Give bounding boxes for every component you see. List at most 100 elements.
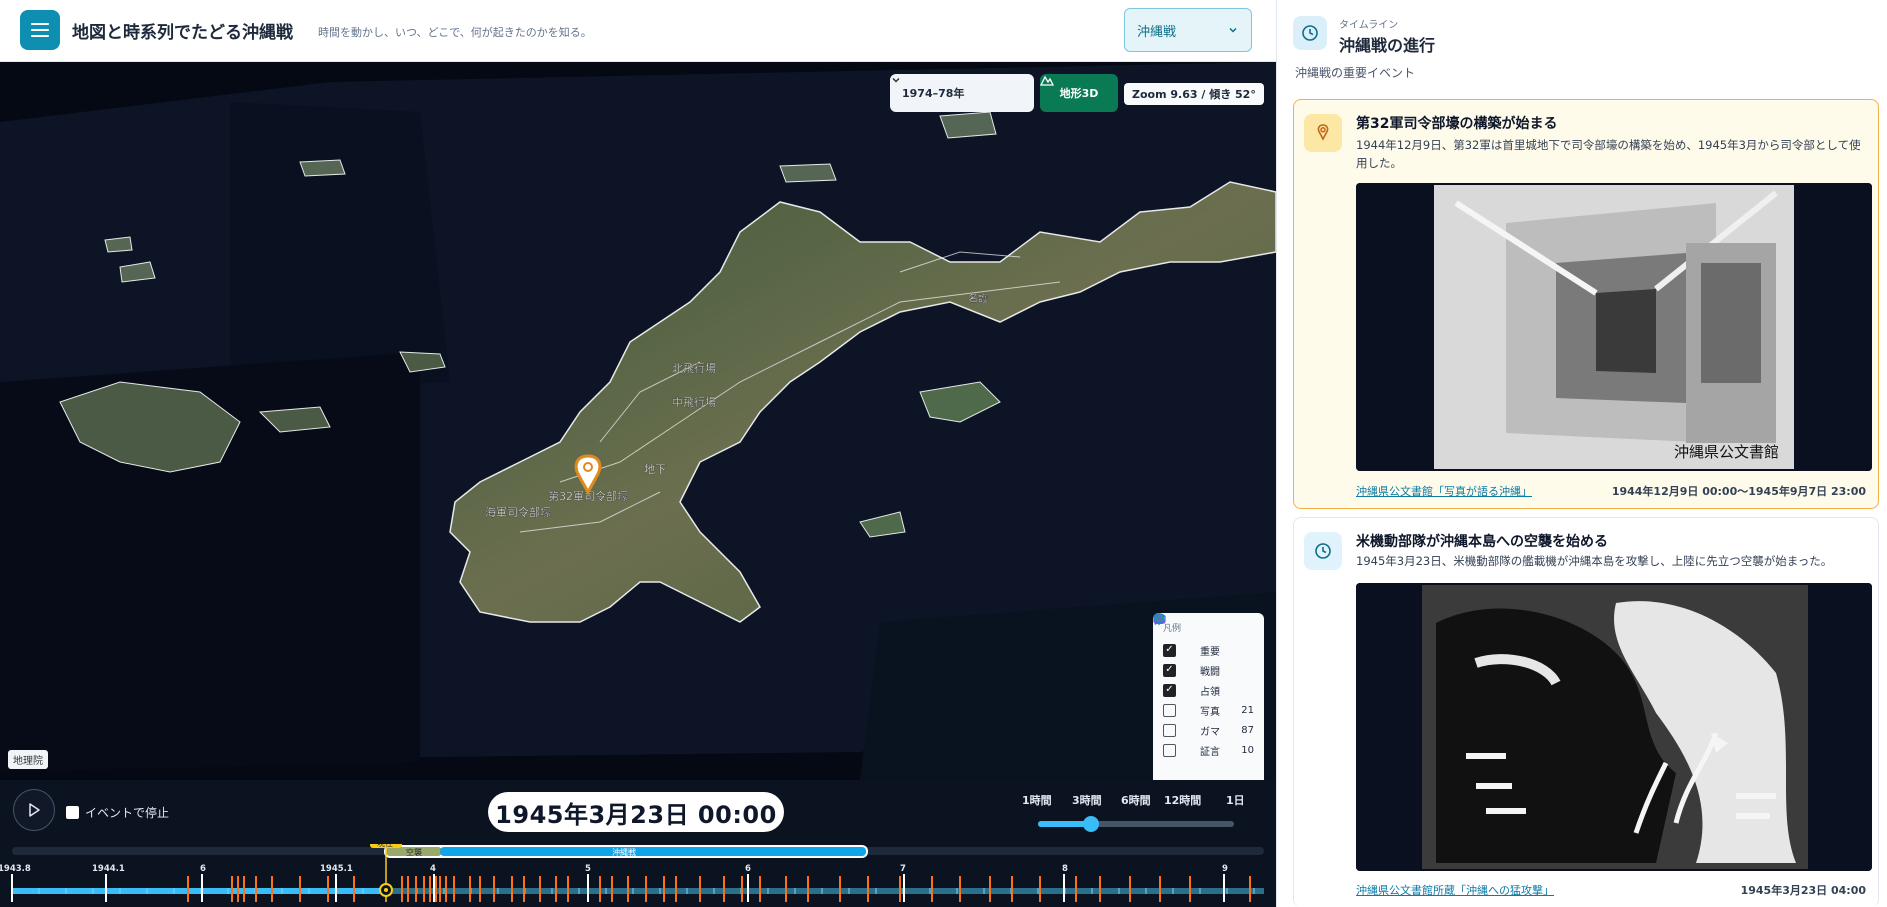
speed-label-12h[interactable]: 12時間	[1164, 792, 1201, 808]
now-handle-dot	[384, 888, 388, 892]
event-photo[interactable]	[1356, 583, 1872, 871]
legend-label: ガマ	[1200, 726, 1220, 738]
legend-label: 写真	[1200, 706, 1220, 718]
app-title: 地図と時系列でたどる沖縄戦	[72, 23, 293, 43]
camera-icon	[1153, 613, 1195, 717]
current-datetime: 1945年3月23日 00:00	[488, 792, 784, 832]
terrain-3d-label: 地形3D	[1059, 87, 1099, 100]
event-source-link[interactable]: 沖縄県公文書館「写真が語る沖縄」	[1356, 483, 1532, 499]
topic-select[interactable]: 沖縄戦	[1124, 8, 1252, 52]
legend-checkbox[interactable]	[1163, 743, 1176, 757]
pin-icon	[1304, 114, 1342, 152]
pin-icon	[1154, 613, 1195, 657]
cave-pin-icon	[1154, 613, 1195, 737]
menu-icon-bar	[31, 23, 49, 25]
speed-slider[interactable]	[1038, 816, 1234, 832]
clock-icon	[1304, 532, 1342, 570]
tick-label: 1944.1	[92, 864, 125, 874]
map-attribution[interactable]: 地理院	[8, 750, 48, 769]
map-view[interactable]: 北飛行場 中飛行場 地下 第32軍司令部壕 海軍司令部壕 名護 1974–78年…	[0, 62, 1276, 780]
tick-label: 6	[200, 864, 206, 874]
event-card-title: 第32軍司令部壕の構築が始まる	[1356, 116, 1558, 132]
legend-checkbox[interactable]: ✓	[1163, 643, 1176, 657]
map-canvas[interactable]: 北飛行場 中飛行場 地下 第32軍司令部壕 海軍司令部壕 名護	[0, 62, 1276, 780]
menu-icon-bar	[31, 29, 49, 31]
speed-label-6h[interactable]: 6時間	[1121, 792, 1151, 808]
year-select[interactable]: 1974–78年	[890, 74, 1034, 112]
tick-label: 4	[430, 864, 436, 874]
legend-checkbox[interactable]: ✓	[1163, 683, 1176, 697]
event-date: 1945年3月23日 04:00	[1740, 884, 1866, 897]
photo-attack-map	[1356, 583, 1872, 871]
timeline-sidebar: タイムライン 沖縄戦の進行 沖縄戦の重要イベント 第32軍司令部壕の構築が始まる…	[1276, 0, 1887, 907]
sidebar-kicker: タイムライン	[1339, 20, 1399, 31]
map-label-nago: 名護	[968, 292, 988, 305]
legend-item-battle[interactable]: ✓ 戦闘	[1154, 614, 1254, 680]
period-okinawa-battle	[440, 847, 866, 856]
event-date: 1944年12月9日 00:00〜1945年9月7日 23:00	[1611, 485, 1866, 498]
tick-label: 8	[1062, 864, 1068, 874]
speech-icon	[1153, 613, 1195, 757]
speed-label-1h[interactable]: 1時間	[1022, 792, 1052, 808]
event-card[interactable]: 米機動部隊が沖縄本島への空襲を始める 1945年3月23日、米機動部隊の艦載機が…	[1293, 517, 1879, 907]
legend-item-important[interactable]: ✓ 重要	[1154, 613, 1254, 660]
legend-count: 87	[1241, 724, 1254, 736]
legend-checkbox[interactable]: ✓	[1163, 663, 1176, 677]
event-source-link[interactable]: 沖縄県公文書館所蔵「沖縄への猛攻撃」	[1356, 882, 1554, 898]
map-label-underground: 地下	[644, 463, 666, 476]
year-select-value: 1974–78年	[902, 87, 965, 100]
speed-label-3h[interactable]: 3時間	[1072, 792, 1102, 808]
legend-checkbox[interactable]	[1163, 703, 1176, 717]
event-card-description: 1944年12月9日、第32軍は首里城地下で司令部壕の構築を始め、1945年3月…	[1356, 138, 1861, 170]
map-label-navy-hq: 海軍司令部壕	[485, 505, 551, 519]
map-label-central-airfield: 中飛行場	[672, 396, 716, 409]
legend-label: 戦闘	[1200, 666, 1220, 678]
event-card-active[interactable]: 第32軍司令部壕の構築が始まる 1944年12月9日、第32軍は首里城地下で司令…	[1293, 99, 1879, 509]
speed-label-1d[interactable]: 1日	[1226, 792, 1245, 808]
period-label-air-raid: 空襲	[406, 847, 422, 857]
terrain-3d-button[interactable]: 地形3D	[1040, 74, 1118, 112]
play-button[interactable]	[13, 789, 55, 831]
app-header: 地図と時系列でたどる沖縄戦 時間を動かし、いつ、どこで、何が起きたのかを知る。 …	[0, 0, 1276, 62]
legend-checkbox[interactable]	[1163, 723, 1176, 737]
map-label-north-airfield: 北飛行場	[672, 362, 716, 375]
mountain-icon	[1040, 75, 1054, 86]
tick-label: 6	[745, 864, 751, 874]
speed-slider-thumb[interactable]	[1082, 816, 1099, 832]
event-card-title: 米機動部隊が沖縄本島への空襲を始める	[1356, 534, 1608, 550]
sidebar-title: 沖縄戦の進行	[1339, 36, 1436, 55]
topic-select-value: 沖縄戦	[1137, 24, 1177, 40]
event-card-description: 1945年3月23日、米機動部隊の艦載機が沖縄本島を攻撃し、上陸に先立つ空襲が始…	[1356, 554, 1833, 568]
clock-icon	[1293, 16, 1327, 50]
legend-item-occupation[interactable]: ✓ 占領	[1154, 614, 1254, 700]
stop-on-event-checkbox[interactable]	[66, 806, 79, 819]
period-label-okinawa-battle: 沖縄戦	[612, 847, 636, 857]
legend-item-photo[interactable]: 写真 21	[1153, 613, 1254, 720]
legend-label: 証言	[1200, 746, 1220, 758]
photo-shelter-corridor: 沖縄県公文書館	[1356, 183, 1872, 471]
menu-button[interactable]	[20, 10, 60, 50]
stop-on-event-toggle[interactable]: イベントで停止	[66, 804, 169, 821]
legend-item-testimony[interactable]: 証言 10	[1153, 613, 1254, 760]
chevron-down-icon	[892, 77, 900, 83]
tick-label: 1943.8	[0, 864, 31, 874]
app-subtitle: 時間を動かし、いつ、どこで、何が起きたのかを知る。	[318, 26, 592, 39]
legend-item-gama[interactable]: ガマ 87	[1154, 613, 1254, 740]
map-legend: 凡例 ✓ 重要 ✓ 戦闘 ✓ 占領 写真 21 ガマ 87 証言 10	[1153, 613, 1264, 780]
tick-label: 9	[1222, 864, 1228, 874]
legend-count: 21	[1241, 704, 1254, 716]
legend-title: 凡例	[1163, 624, 1182, 634]
tick-label: 7	[900, 864, 906, 874]
sidebar-subtitle: 沖縄戦の重要イベント	[1295, 66, 1416, 80]
menu-icon-bar	[31, 35, 49, 37]
zoom-tilt-readout: Zoom 9.63 / 傾き 52°	[1124, 83, 1264, 105]
timeline-track[interactable]: 空襲 沖縄戦 1943.8 1944.1 6 1945.1 4 5 6 7 8 …	[0, 844, 1276, 907]
stop-on-event-label: イベントで停止	[85, 806, 170, 820]
map-tile	[230, 102, 450, 392]
cross-swords-icon	[1154, 614, 1195, 677]
event-photo[interactable]: 沖縄県公文書館	[1356, 183, 1872, 471]
photo-credit: 沖縄県公文書館	[1674, 443, 1779, 461]
timeline-panel: イベントで停止 1945年3月23日 00:00 1時間 3時間 6時間 12時…	[0, 780, 1276, 907]
legend-label: 占領	[1200, 686, 1220, 698]
sidebar-header: タイムライン 沖縄戦の進行 沖縄戦の重要イベント	[1277, 0, 1887, 90]
